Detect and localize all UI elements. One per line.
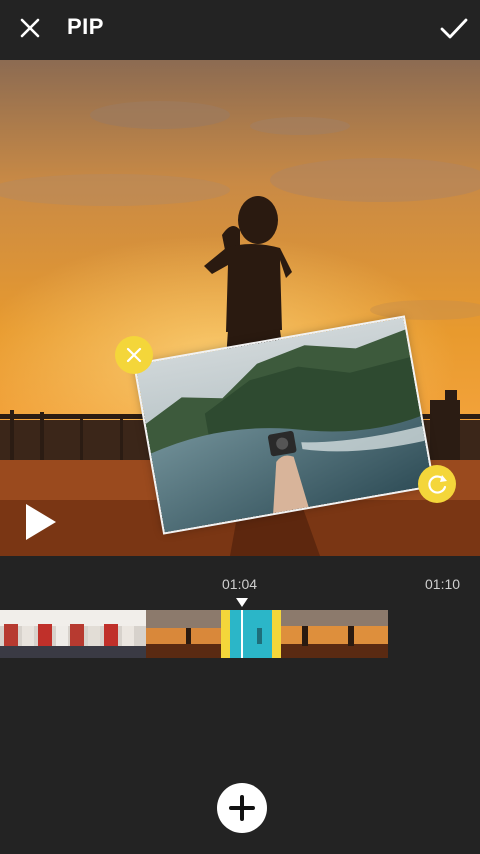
- checkmark-icon: [440, 18, 468, 39]
- current-time-label: 01:04: [222, 576, 258, 592]
- play-button[interactable]: [22, 500, 62, 544]
- page-title: PIP: [67, 14, 104, 39]
- selected-pip-clip[interactable]: [221, 610, 281, 658]
- top-bar: PIP: [0, 0, 480, 56]
- close-icon: [20, 18, 40, 38]
- selected-clip-frame: [221, 610, 281, 658]
- playhead-marker[interactable]: [236, 598, 248, 607]
- close-button[interactable]: [10, 8, 50, 48]
- plus-icon: [229, 795, 255, 821]
- rotate-pip-button[interactable]: [418, 465, 456, 503]
- rotate-icon: [428, 475, 447, 494]
- close-icon: [126, 347, 142, 363]
- confirm-button[interactable]: [434, 8, 474, 48]
- add-button[interactable]: [217, 783, 267, 833]
- video-preview[interactable]: [0, 60, 480, 556]
- clip-thumbnails: [0, 610, 388, 658]
- clip-timeline[interactable]: [0, 610, 388, 658]
- end-time-label: 01:10: [425, 576, 461, 592]
- remove-pip-button[interactable]: [115, 336, 153, 374]
- play-icon: [26, 504, 56, 540]
